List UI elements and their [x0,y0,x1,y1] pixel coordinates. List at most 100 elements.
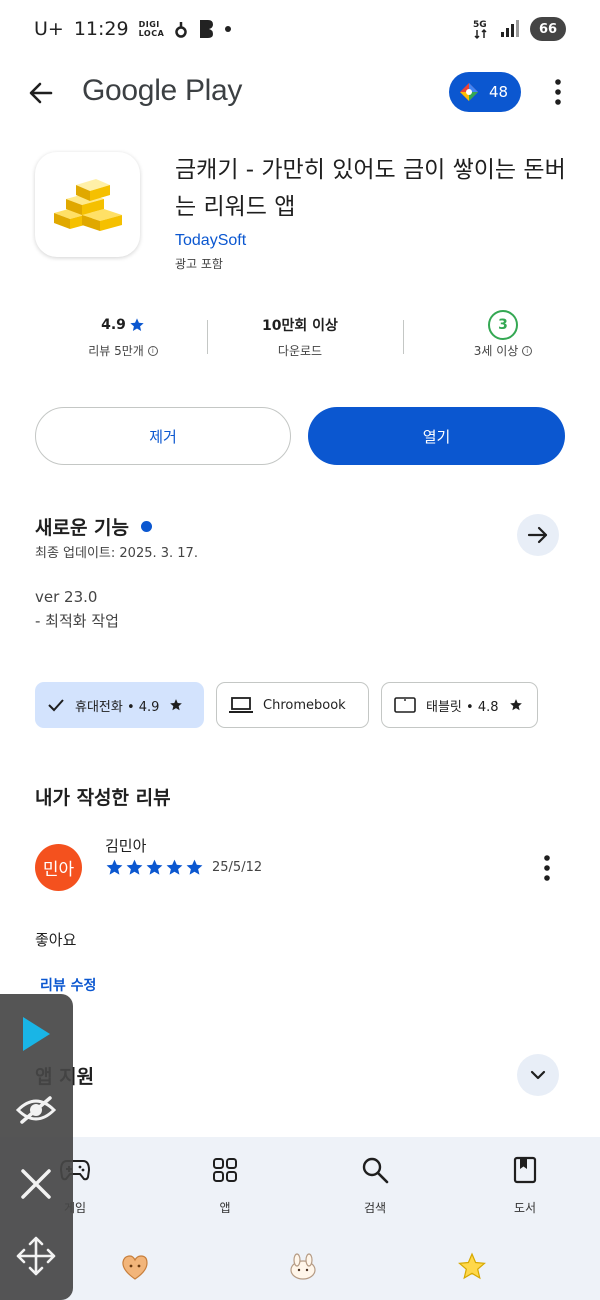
status-bar: U+ 11:29 DIGI LOCA 5G 66 [0,0,600,60]
new-indicator-dot [141,521,153,532]
my-review-heading: 내가 작성한 리뷰 [35,787,171,809]
review-star-icon [146,859,163,875]
overlay-hide-button[interactable] [10,1084,62,1136]
more-options-button[interactable] [546,76,570,108]
nav-item-search[interactable]: 검색 [325,1153,425,1216]
signal-icon [501,20,519,37]
device-chip-tablet[interactable]: 태블릿 • 4.8 [381,682,538,728]
b-app-icon [200,20,214,38]
app-stats: 4.9 리뷰 5만개 i 10만회 이상 다운로드 3 3세 이상 i [35,310,565,368]
network-5g-icon: 5G [473,20,487,40]
star-icon [130,318,144,331]
play-points-button[interactable]: 48 [449,72,521,112]
age-rating-badge: 3 [488,310,518,340]
heart-sticker-icon [122,1255,148,1280]
downloads-stat: 10만회 이상 다운로드 [212,312,388,359]
app-support-expand-button[interactable] [517,1054,559,1096]
last-updated: 최종 업데이트: 2025. 3. 17. [35,546,198,561]
status-right: 5G 66 [472,17,566,41]
search-icon [362,1157,389,1184]
release-note-line: - 최적화 작업 [35,612,119,630]
whats-new-title: 새로운 기능 [35,517,130,539]
tablet-icon [394,697,416,713]
book-icon [513,1156,537,1184]
check-icon [48,699,64,712]
whats-new-heading: 새로운 기능 [35,513,153,540]
device-chip-label: Chromebook [263,697,346,713]
device-chip-chromebook[interactable]: Chromebook [216,682,369,728]
play-points-icon [460,83,478,101]
more-vert-icon [555,79,561,105]
chevron-down-icon [530,1070,546,1080]
nav-label: 도서 [513,1201,537,1215]
more-vert-icon [544,855,550,881]
review-star-icon [126,859,143,875]
review-star-icon [166,859,183,875]
developer-link[interactable]: TodaySoft [175,232,246,250]
bunny-sticker-icon [290,1253,316,1280]
gold-bars-icon [53,178,122,231]
ads-notice: 광고 포함 [175,257,223,271]
review-more-button[interactable] [535,852,559,884]
review-text: 좋아요 [35,931,77,949]
close-icon [21,1169,51,1199]
app-title: 금캐기 - 가만히 있어도 금이 쌓이는 돈버는 리워드 앱 [175,157,566,220]
nav-item-apps[interactable]: 앱 [175,1153,275,1216]
battery-indicator: 66 [530,17,566,41]
notification-icon [175,22,188,38]
review-star-icon [106,859,123,875]
arrow-right-icon [527,526,548,544]
age-rating-stat[interactable]: 3 3세 이상 i [415,310,591,359]
avatar: 민아 [35,844,82,891]
review-author: 김민아 [105,837,147,855]
age-rating-label: 3세 이상 [473,344,519,358]
dot-icon [225,26,232,32]
release-note-line: ver 23.0 [35,588,98,606]
uninstall-button[interactable]: 제거 [35,407,291,465]
status-left: U+ 11:29 DIGI LOCA [34,18,232,40]
play-icon [23,1017,50,1051]
clock: 11:29 [73,18,129,40]
star-icon [509,699,522,711]
nav-label: 앱 [219,1201,231,1215]
nav-item-books[interactable]: 도서 [475,1153,575,1216]
store-title: Google Play [82,74,243,107]
open-button[interactable]: 열기 [308,407,565,465]
overlay-close-button[interactable] [10,1158,62,1210]
bottom-navigation: 게임 앱 검색 도서 [0,1137,600,1230]
eye-off-icon [16,1096,56,1124]
gesture-bar [0,1230,600,1300]
star-sticker-icon [458,1252,486,1280]
whats-new-expand-button[interactable] [517,514,559,556]
rating-stat[interactable]: 4.9 리뷰 5만개 i [35,312,211,359]
info-icon: i [147,345,158,356]
review-stars [105,858,204,877]
downloads-value: 10만회 이상 [262,318,338,334]
info-icon: i [522,345,533,356]
review-star-icon [186,859,203,875]
points-count: 48 [489,83,509,101]
divider [207,320,208,354]
back-button[interactable] [22,74,60,112]
app-icon [35,152,140,257]
carrier-label: U+ [34,18,64,40]
star-icon [170,699,183,711]
edit-review-link[interactable]: 리뷰 수정 [40,975,96,995]
downloads-label: 다운로드 [277,344,323,358]
device-chip-label: 휴대전화 • 4.9 [75,699,160,715]
nav-label: 검색 [363,1201,387,1215]
divider [403,320,404,354]
digi-loca-icon: DIGI LOCA [138,20,165,38]
device-chip-phone[interactable]: 휴대전화 • 4.9 [35,682,204,728]
device-chip-label: 태블릿 • 4.8 [426,699,499,715]
svg-text:5G: 5G [473,20,487,30]
arrow-left-icon [29,82,53,104]
rating-value: 4.9 [101,317,126,333]
release-notes: ver 23.0 - 최적화 작업 [35,585,119,633]
overlay-play-button[interactable] [10,1008,62,1060]
overlay-move-handle[interactable] [10,1230,62,1282]
review-date: 25/5/12 [212,860,263,875]
apps-grid-icon [213,1158,237,1182]
floating-control-panel [0,994,73,1300]
rating-label: 리뷰 5만개 [88,344,144,358]
